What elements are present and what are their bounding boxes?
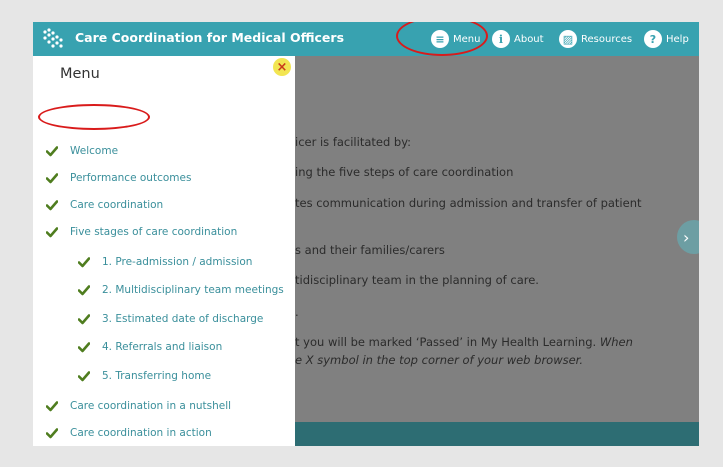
content-line: .	[295, 305, 299, 319]
resources-button-label: Resources	[581, 33, 633, 45]
menu-button[interactable]: ≡ Menu	[431, 29, 480, 49]
check-icon	[78, 314, 90, 325]
help-icon: ?	[644, 30, 662, 48]
resources-button[interactable]: ▨ Resources	[559, 29, 632, 49]
menu-icon: ≡	[431, 30, 449, 48]
content-line: tidisciplinary team in the planning of c…	[295, 273, 539, 287]
check-icon	[46, 146, 58, 157]
menu-item-label: 3. Estimated date of discharge	[102, 313, 264, 325]
menu-item-label: Care coordination in action	[70, 427, 212, 439]
content-line: s and their families/carers	[295, 243, 445, 257]
next-page-button[interactable]: ›	[677, 220, 699, 254]
check-icon	[78, 342, 90, 353]
info-icon: i	[492, 30, 510, 48]
check-icon	[46, 173, 58, 184]
menu-item[interactable]: 3. Estimated date of discharge	[78, 310, 263, 328]
menu-item[interactable]: Performance outcomes	[46, 169, 191, 187]
menu-item[interactable]: 1. Pre-admission / admission	[78, 253, 252, 271]
close-menu-button[interactable]: ×	[273, 58, 291, 76]
check-icon	[78, 371, 90, 382]
menu-item-label: Care coordination	[70, 199, 164, 211]
close-note: e X symbol in the top corner of your web…	[295, 353, 584, 367]
menu-item-label: Performance outcomes	[70, 172, 192, 184]
content-line: tes communication during admission and t…	[295, 196, 642, 210]
app-title: Care Coordination for Medical Officers	[75, 30, 345, 45]
about-button[interactable]: i About	[492, 29, 544, 49]
menu-item-label: 4. Referrals and liaison	[102, 341, 223, 353]
passed-text-italic: When	[599, 335, 633, 349]
menu-item-label: 1. Pre-admission / admission	[102, 256, 253, 268]
menu-button-label: Menu	[453, 33, 481, 45]
menu-item-label: 2. Multidisciplinary team meetings	[102, 284, 284, 296]
menu-item-label: Five stages of care coordination	[70, 226, 238, 238]
menu-item[interactable]: 2. Multidisciplinary team meetings	[78, 281, 284, 299]
menu-item-label: Care coordination in a nutshell	[70, 400, 232, 412]
menu-item[interactable]: Five stages of care coordination	[46, 223, 237, 241]
passed-text: t you will be marked ‘Passed’ in My Heal…	[295, 335, 633, 349]
check-icon	[46, 227, 58, 238]
content-line: ing the five steps of care coordination	[295, 165, 514, 179]
menu-panel: Menu × Welcome Performance outcomes Care c…	[33, 56, 295, 446]
close-icon: ×	[276, 59, 288, 75]
help-button[interactable]: ? Help	[644, 29, 689, 49]
check-icon	[78, 285, 90, 296]
content-line: icer is facilitated by:	[295, 135, 412, 149]
menu-item-label: 5. Transferring home	[102, 370, 212, 382]
check-icon	[78, 257, 90, 268]
menu-item[interactable]: Care coordination in a nutshell	[46, 397, 231, 415]
help-button-label: Help	[666, 33, 689, 45]
menu-item[interactable]: Welcome	[46, 142, 118, 160]
menu-item[interactable]: Care coordination in action	[46, 424, 212, 442]
menu-item-label: Welcome	[70, 145, 119, 157]
passed-text-main: t you will be marked ‘Passed’ in My Heal…	[295, 335, 600, 349]
about-button-label: About	[514, 33, 544, 45]
menu-item[interactable]: Care coordination	[46, 196, 163, 214]
chevron-right-icon: ›	[683, 227, 690, 247]
menu-item[interactable]: 5. Transferring home	[78, 367, 211, 385]
top-bar: Care Coordination for Medical Officers ≡…	[33, 22, 699, 56]
check-icon	[46, 428, 58, 439]
resources-icon: ▨	[559, 30, 577, 48]
check-icon	[46, 401, 58, 412]
app-window: icer is facilitated by: ing the five ste…	[33, 22, 699, 446]
check-icon	[46, 200, 58, 211]
menu-item[interactable]: 4. Referrals and liaison	[78, 338, 222, 356]
menu-title: Menu	[60, 66, 100, 82]
logo-icon	[43, 28, 63, 48]
